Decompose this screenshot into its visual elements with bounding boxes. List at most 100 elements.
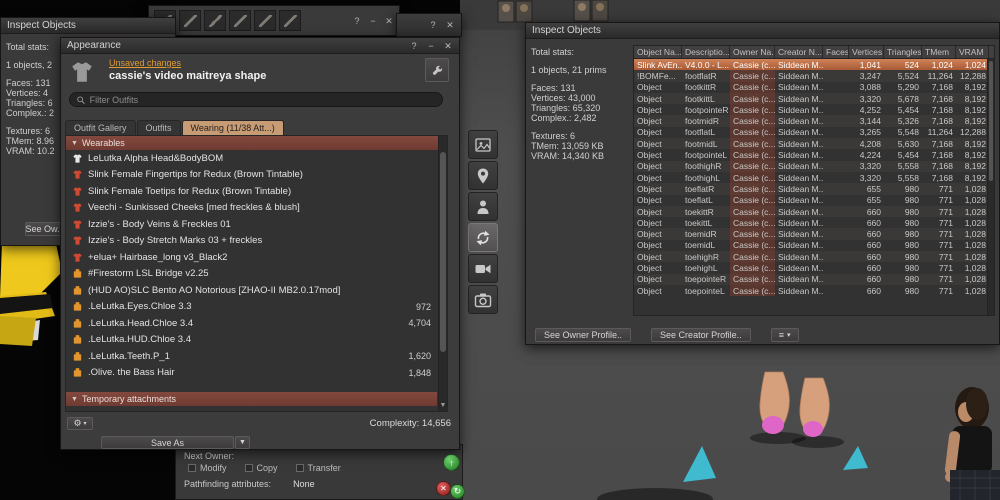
- wearing-item[interactable]: .LeLutka.HUD.Chloe 3.4: [66, 332, 447, 349]
- modify-checkbox[interactable]: Modify: [188, 463, 227, 473]
- table-row[interactable]: Slink AvEn... V4.0.0 - L... Cassie (c... Si…: [634, 59, 994, 71]
- column-header[interactable]: Object Na...: [634, 46, 682, 58]
- toolbar-slot-icon[interactable]: [229, 10, 251, 31]
- minimize-button[interactable]: −: [368, 15, 378, 27]
- table-row[interactable]: Object footpointeL Cassie (c... Siddean M..…: [634, 149, 994, 161]
- window-titlebar[interactable]: Inspect Objects: [526, 23, 999, 39]
- column-header[interactable]: Vertices: [849, 46, 884, 58]
- checkbox-box[interactable]: [188, 464, 196, 472]
- unsaved-changes-link[interactable]: Unsaved changes: [109, 58, 181, 68]
- table-scrollbar[interactable]: [987, 59, 994, 315]
- wearing-item[interactable]: LeLutka Alpha Head&BodyBOM: [66, 150, 447, 167]
- table-row[interactable]: Object toeflatR Cassie (c... Siddean M... 65…: [634, 183, 994, 195]
- column-header[interactable]: VRAM: [956, 46, 989, 58]
- table-row[interactable]: Object toekittR Cassie (c... Siddean M... 66…: [634, 205, 994, 218]
- scrollbar-thumb[interactable]: [440, 152, 446, 352]
- sync-button[interactable]: [468, 223, 498, 252]
- table-row[interactable]: Object footmidL Cassie (c... Siddean M... 4,…: [634, 138, 994, 150]
- wearing-item[interactable]: .LeLutka.Head.Chloe 3.4 4,704: [66, 315, 447, 332]
- picture-button[interactable]: [468, 130, 498, 159]
- camera-button[interactable]: [468, 285, 498, 314]
- window-titlebar[interactable]: Inspect Objects: [1, 18, 175, 34]
- camcorder-button[interactable]: [468, 254, 498, 283]
- toolbar-slot-icon[interactable]: [204, 10, 226, 31]
- close-button[interactable]: ✕: [384, 15, 394, 27]
- wearing-item[interactable]: +elua+ Hairbase_long v3_Black2: [66, 249, 447, 266]
- help-button[interactable]: ?: [409, 40, 419, 52]
- wearing-item[interactable]: .Olive. the Bass Hair 1,848: [66, 365, 447, 382]
- filter-outfits-input[interactable]: [89, 94, 436, 105]
- table-row[interactable]: Object toeflatL Cassie (c... Siddean M... 65…: [634, 194, 994, 206]
- table-row[interactable]: Object toepointeR Cassie (c... Siddean M...…: [634, 273, 994, 285]
- transfer-checkbox[interactable]: Transfer: [295, 463, 341, 473]
- table-row[interactable]: Object toehighR Cassie (c... Siddean M... 66…: [634, 251, 994, 263]
- checkbox-box[interactable]: [244, 464, 253, 472]
- move-up-button[interactable]: ↑: [443, 454, 460, 471]
- person-button[interactable]: [468, 192, 498, 221]
- tab-wearing[interactable]: Wearing (11/38 Att...): [181, 120, 284, 135]
- close-button[interactable]: ✕: [443, 40, 453, 52]
- see-owner-profile-button[interactable]: See Owner Profile..: [535, 328, 632, 342]
- table-row[interactable]: Object foothighR Cassie (c... Siddean M... 3…: [634, 160, 994, 172]
- see-owner-profile-button[interactable]: See Ow...: [25, 222, 65, 236]
- column-header[interactable]: Faces: [823, 46, 849, 58]
- table-row[interactable]: Object toemidR Cassie (c... Siddean M... 660…: [634, 228, 994, 240]
- table-row[interactable]: Object toehighL Cassie (c... Siddean M... 66…: [634, 262, 994, 274]
- table-row[interactable]: Object toemidL Cassie (c... Siddean M... 660…: [634, 239, 994, 252]
- scrollbar-thumb[interactable]: [989, 61, 993, 181]
- close-button[interactable]: ✕: [445, 19, 455, 31]
- filter-outfits-search[interactable]: [69, 92, 443, 107]
- table-row[interactable]: Object footpointeR Cassie (c... Siddean M..…: [634, 104, 994, 116]
- stop-button[interactable]: ✕: [436, 481, 451, 496]
- table-row[interactable]: Object footkittL Cassie (c... Siddean M... 3…: [634, 92, 994, 105]
- avatar[interactable]: [944, 387, 1000, 500]
- foot-mesh-right[interactable]: [799, 377, 830, 437]
- column-header[interactable]: Triangles: [884, 46, 922, 58]
- wearing-item[interactable]: Izzie's - Body Veins & Freckles 01: [66, 216, 447, 233]
- wearing-item[interactable]: .LeLutka.Eyes.Chloe 3.3 972: [66, 299, 447, 316]
- save-as-button[interactable]: Save As: [101, 436, 234, 449]
- help-button[interactable]: ?: [428, 19, 438, 31]
- table-row[interactable]: Object toepointeL Cassie (c... Siddean M...…: [634, 284, 994, 297]
- column-header[interactable]: Descriptio...: [682, 46, 730, 58]
- see-creator-profile-button[interactable]: See Creator Profile..: [651, 328, 751, 342]
- map-pin-button[interactable]: [468, 161, 498, 190]
- gear-menu-button[interactable]: ⚙ ▾: [67, 417, 93, 430]
- wearing-item[interactable]: #Firestorm LSL Bridge v2.25: [66, 266, 447, 283]
- toolbar-slot-icon[interactable]: [279, 10, 301, 31]
- window-titlebar[interactable]: Appearance ? − ✕: [61, 38, 459, 54]
- wearing-item[interactable]: Slink Female Fingertips for Redux (Brown…: [66, 167, 447, 184]
- wearing-item[interactable]: Slink Female Toetips for Redux (Brown Ti…: [66, 183, 447, 200]
- wearing-item[interactable]: Veechi - Sunkissed Cheeks [med freckles …: [66, 200, 447, 217]
- table-row[interactable]: Object toekittL Cassie (c... Siddean M... 66…: [634, 217, 994, 229]
- column-header[interactable]: Owner Na...: [730, 46, 775, 58]
- copy-checkbox[interactable]: Copy: [244, 463, 278, 473]
- refresh-button[interactable]: ↻: [450, 484, 465, 499]
- scroll-down-arrow[interactable]: ▼: [439, 401, 447, 411]
- options-menu-button[interactable]: ≡ ▾: [770, 328, 799, 342]
- foot-mesh-left[interactable]: [759, 371, 790, 434]
- minimize-button[interactable]: −: [426, 40, 436, 52]
- yellow-object[interactable]: [0, 232, 66, 352]
- checkbox-box[interactable]: [295, 464, 304, 472]
- toolbar-slot-icon[interactable]: [179, 10, 201, 31]
- save-as-dropdown-button[interactable]: ▼: [235, 436, 250, 449]
- wearables-section-header[interactable]: ▼ Wearables: [66, 136, 447, 150]
- table-row[interactable]: Object foothighL Cassie (c... Siddean M... 3…: [634, 171, 994, 184]
- wearing-item[interactable]: (HUD AO)SLC Bento AO Notorious [ZHAO-II …: [66, 282, 447, 299]
- temporary-attachments-header[interactable]: ▼ Temporary attachments: [66, 392, 437, 406]
- list-scrollbar[interactable]: ▼: [438, 136, 447, 411]
- toolbar-slot-icon[interactable]: [254, 10, 276, 31]
- column-header[interactable]: Creator N...: [775, 46, 823, 58]
- table-row[interactable]: Object footmidR Cassie (c... Siddean M... 3,…: [634, 115, 994, 127]
- help-button[interactable]: ?: [352, 15, 362, 27]
- table-row[interactable]: Object footkittR Cassie (c... Siddean M... 3…: [634, 81, 994, 93]
- tab-outfit-gallery[interactable]: Outfit Gallery: [65, 120, 136, 135]
- wearing-item[interactable]: .LeLutka.Teeth.P_1 1,620: [66, 348, 447, 365]
- tab-outfits[interactable]: Outfits: [136, 120, 181, 135]
- wearing-item[interactable]: Izzie's - Body Stretch Marks 03 + freckl…: [66, 233, 447, 250]
- edit-outfit-button[interactable]: [425, 58, 449, 82]
- table-row[interactable]: Object footflatL Cassie (c... Siddean M... 3…: [634, 126, 994, 139]
- column-header[interactable]: TMem: [922, 46, 956, 58]
- table-row[interactable]: !BOMFe... footflatR Cassie (c... Siddean M.…: [634, 70, 994, 82]
